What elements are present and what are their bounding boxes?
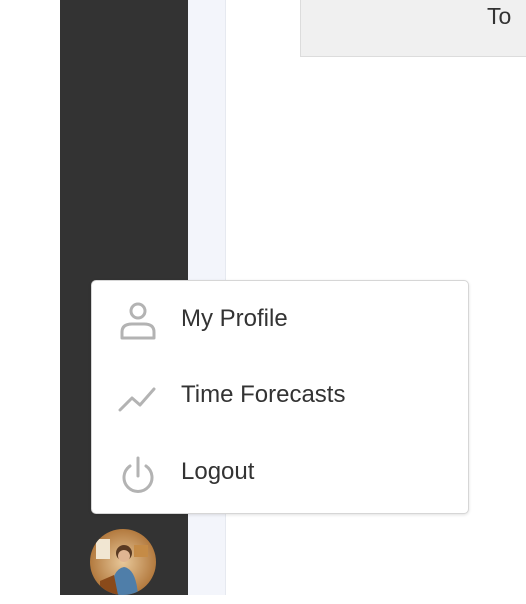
power-icon: [118, 454, 158, 494]
top-card-text: To: [487, 3, 512, 29]
menu-item-label: Time Forecasts: [181, 381, 346, 408]
bottom-strip: [0, 595, 526, 604]
top-card: To: [300, 0, 526, 57]
user-menu: My Profile Time Forecasts Logout: [91, 280, 469, 514]
menu-item-my-profile[interactable]: My Profile: [92, 283, 468, 353]
avatar[interactable]: [90, 529, 156, 595]
menu-item-logout[interactable]: Logout: [92, 436, 468, 506]
menu-item-label: Logout: [181, 458, 255, 485]
menu-item-label: My Profile: [181, 305, 288, 332]
trend-line-icon: [118, 377, 158, 417]
user-icon: [118, 301, 158, 341]
menu-item-time-forecasts[interactable]: Time Forecasts: [92, 359, 468, 429]
avatar-photo: [90, 529, 156, 595]
